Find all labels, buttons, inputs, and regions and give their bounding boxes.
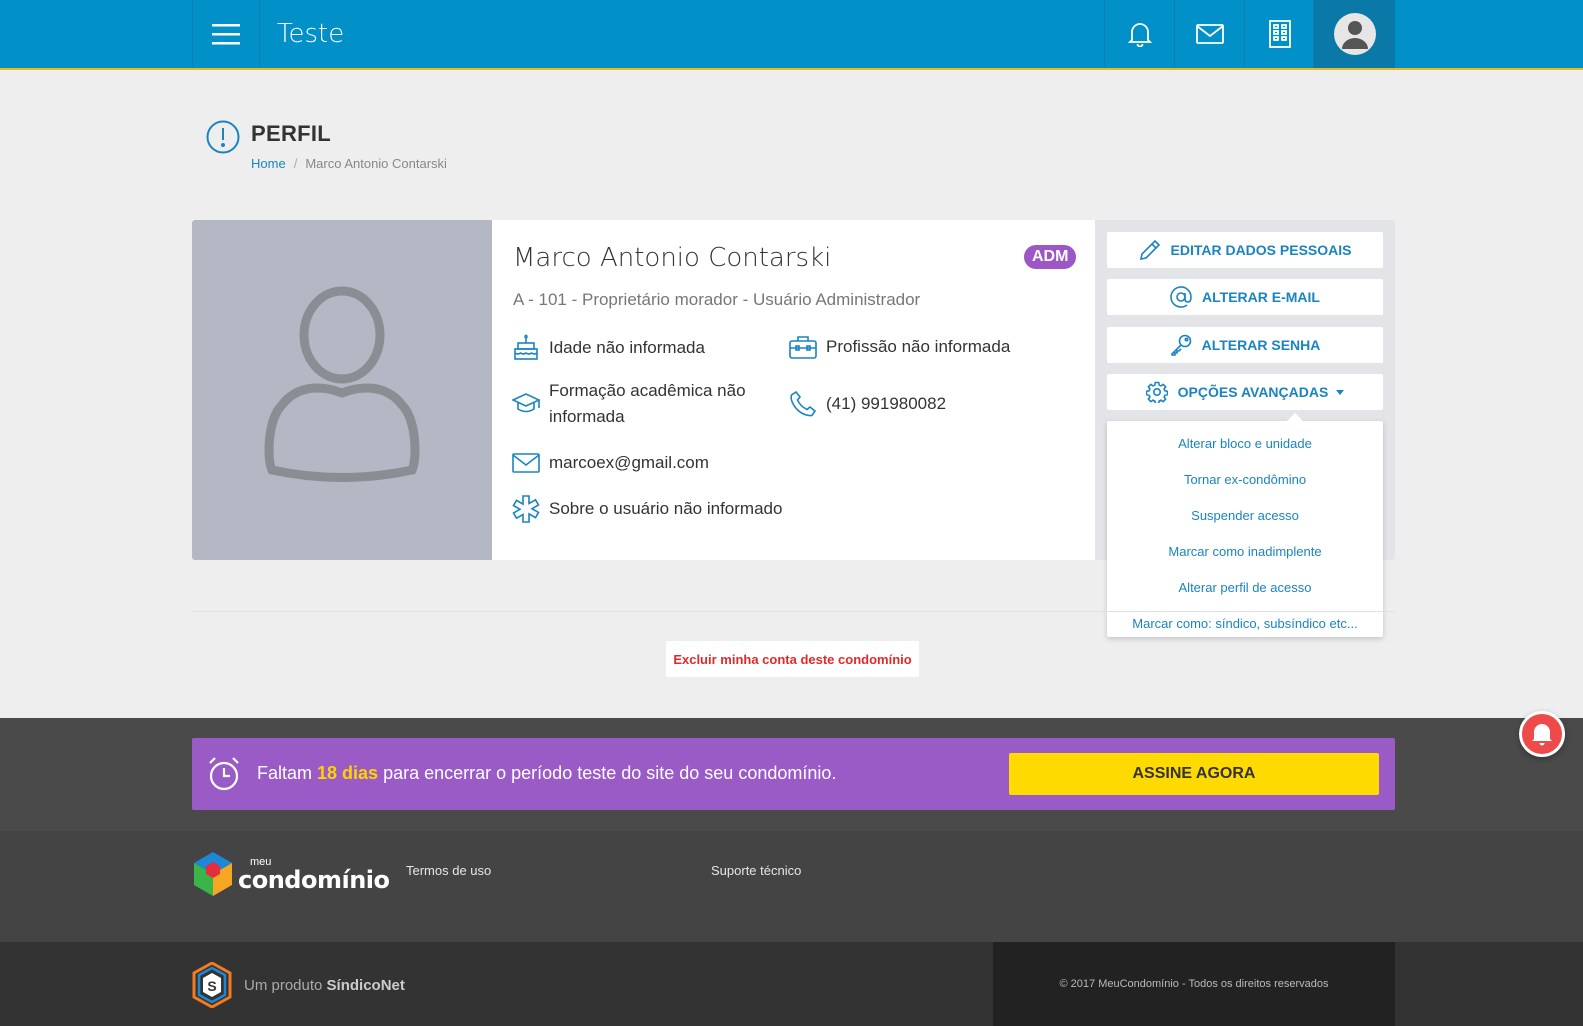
briefcase-icon [788,335,818,359]
sindiconet-cube-icon: S [192,962,232,1008]
menu-item-change-block-unit[interactable]: Alterar bloco e unidade [1107,425,1383,461]
logo-condominio: condomínio [238,865,390,894]
condominium-button[interactable] [1244,0,1314,68]
product-credit: Um produto SíndicoNet [244,977,405,994]
user-avatar-icon [1341,21,1368,49]
change-email-button[interactable]: ALTERAR E-MAIL [1107,279,1383,315]
education-line-1: Formação acadêmica não [549,381,746,400]
hamburger-icon [212,24,240,45]
breadcrumb-current: Marco Antonio Contarski [305,156,447,171]
age-field: Idade não informada [511,334,705,362]
avatar [1333,13,1376,55]
profile-photo-placeholder [192,220,492,560]
user-silhouette-icon [264,286,420,482]
education-line-2: informada [549,407,625,426]
copyright-area: © 2017 MeuCondomínio - Todos os direitos… [993,942,1395,1026]
trial-banner: Faltam 18 dias para encerrar o período t… [192,738,1395,810]
hamburger-menu-button[interactable] [192,0,260,68]
about-text: Sobre o usuário não informado [549,499,783,518]
messages-button[interactable] [1174,0,1244,68]
menu-item-make-ex-resident[interactable]: Tornar ex-condômino [1107,461,1383,497]
about-field: Sobre o usuário não informado [511,495,782,523]
product-prefix: Um produto [244,976,323,994]
cake-icon [511,334,541,362]
email-text: marcoex@gmail.com [549,453,709,472]
gear-icon [1145,381,1168,403]
profile-name: Marco Antonio Contarski [513,243,832,273]
at-sign-icon [1170,286,1192,308]
advanced-options-menu: Alterar bloco e unidade Tornar ex-condôm… [1107,413,1383,637]
product-name: SíndicoNet [326,976,405,994]
trial-prefix: Faltam [257,763,313,783]
trial-suffix: para encerrar o período teste do site do… [383,763,837,783]
adm-badge: ADM [1024,245,1077,269]
profile-unit-role: A - 101 - Proprietário morador - Usuário… [513,290,921,309]
advanced-options-label: OPÇÕES AVANÇADAS [1177,384,1329,400]
delete-account-button[interactable]: Excluir minha conta deste condomínio [666,641,919,677]
change-password-label: ALTERAR SENHA [1201,337,1321,353]
page-title: PERFIL [251,121,332,146]
app-title: Teste [277,19,345,49]
education-text: Formação acadêmica não informada [549,378,746,430]
top-navbar: Teste [0,0,1583,70]
meucondominio-logo[interactable]: meu condomínio [192,851,390,897]
phone-icon [788,391,818,417]
breadcrumb-separator: / [293,156,298,171]
phone-field: (41) 991980082 [788,391,946,417]
menu-item-mark-defaulter[interactable]: Marcar como inadimplente [1107,533,1383,569]
edit-personal-data-button[interactable]: EDITAR DADOS PESSOAIS [1107,232,1383,268]
technical-support-link[interactable]: Suporte técnico [711,863,801,878]
key-icon [1170,334,1192,356]
divider [192,611,1395,612]
profession-text: Profissão não informada [826,337,1011,356]
bell-icon [1532,724,1552,746]
change-password-button[interactable]: ALTERAR SENHA [1107,327,1383,363]
profession-field: Profissão não informada [788,334,1010,360]
advanced-options-button[interactable]: OPÇÕES AVANÇADAS [1107,374,1383,410]
graduation-cap-icon [511,392,541,416]
trial-days: 18 dias [317,763,379,783]
exclamation-circle-icon [206,120,240,159]
caret-down-icon [1336,389,1345,395]
mail-icon [1195,24,1224,44]
user-avatar-button[interactable] [1313,0,1395,68]
change-email-label: ALTERAR E-MAIL [1202,289,1320,305]
age-text: Idade não informada [549,338,705,357]
menu-item-suspend-access[interactable]: Suspender acesso [1107,497,1383,533]
meucondominio-cube-icon [194,852,232,896]
sindiconet-logo[interactable]: S Um produto SíndicoNet [192,962,405,1008]
copyright-text: © 2017 MeuCondomínio - Todos os direitos… [1059,978,1329,990]
bell-icon [1127,23,1152,47]
breadcrumb: Home / Marco Antonio Contarski [251,156,447,171]
notifications-button[interactable] [1104,0,1174,68]
alarm-clock-icon [207,756,241,797]
push-notification-bell-button[interactable] [1519,711,1565,757]
footer: meu condomínio Termos de uso Suporte téc… [0,831,1583,942]
pencil-icon [1139,239,1161,261]
mail-icon [511,453,541,473]
logo-wordmark: meu condomínio [238,856,390,894]
terms-of-use-link[interactable]: Termos de uso [406,863,491,878]
education-field: Formação acadêmica não informada [511,378,746,430]
edit-personal-data-label: EDITAR DADOS PESSOAIS [1170,242,1352,258]
bottom-bar: S Um produto SíndicoNet © 2017 MeuCondom… [0,942,1583,1026]
svg-text:S: S [207,978,216,994]
trial-message: Faltam 18 dias para encerrar o período t… [257,763,836,784]
asterisk-icon [511,495,541,523]
profile-info: Marco Antonio Contarski ADM A - 101 - Pr… [492,220,1095,560]
menu-item-change-access-profile[interactable]: Alterar perfil de acesso [1107,569,1383,605]
subscribe-now-button[interactable]: ASSINE AGORA [1009,753,1379,795]
breadcrumb-home-link[interactable]: Home [251,156,286,171]
building-icon [1268,20,1291,48]
phone-text: (41) 991980082 [826,394,947,413]
email-field: marcoex@gmail.com [511,450,709,476]
